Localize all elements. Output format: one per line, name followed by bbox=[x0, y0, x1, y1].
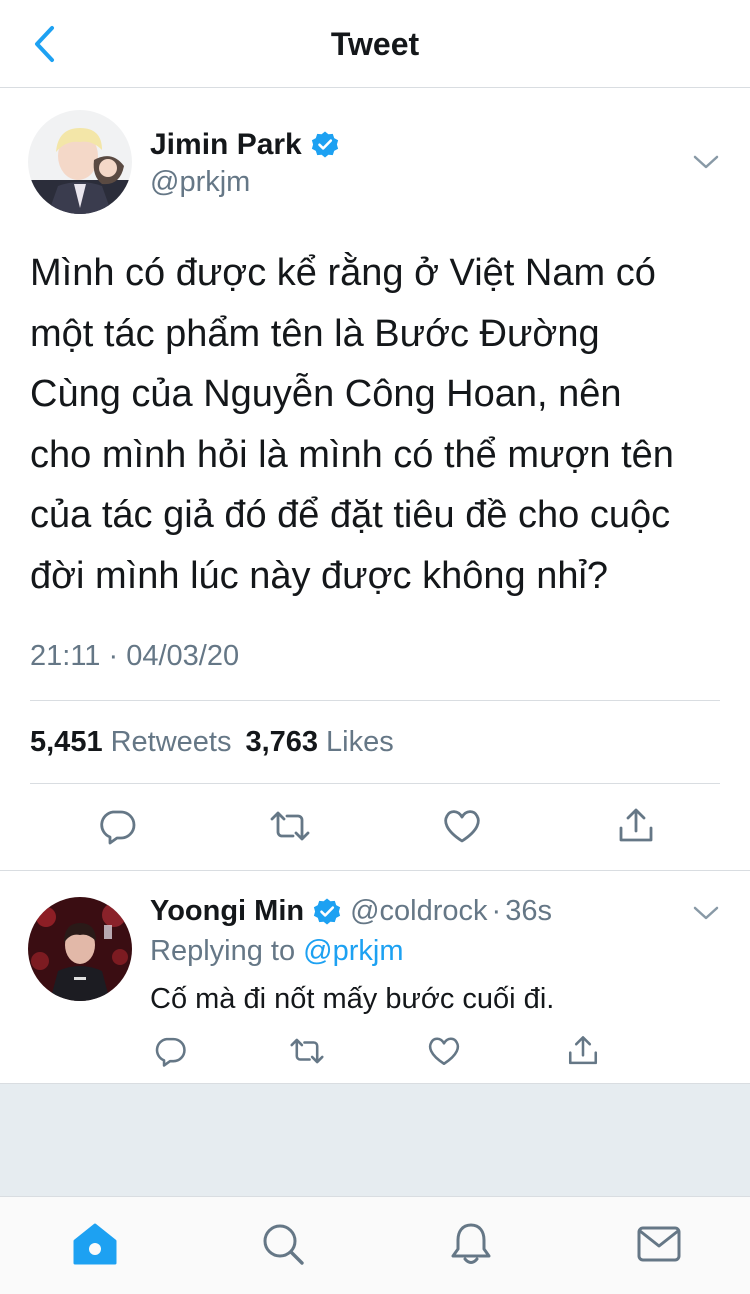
replying-to: Replying to @prkjm bbox=[150, 935, 403, 968]
reply-time: 36s bbox=[505, 895, 552, 927]
divider bbox=[30, 700, 720, 701]
tweet-text-line: cho mình hỏi là mình có thể mượn tên bbox=[30, 433, 674, 476]
home-icon bbox=[73, 1223, 117, 1265]
notifications-icon bbox=[451, 1223, 491, 1264]
like-icon bbox=[444, 810, 480, 843]
reply-icon bbox=[100, 810, 136, 845]
reply-author-name[interactable]: Yoongi Min bbox=[150, 895, 304, 928]
reply-share-button[interactable] bbox=[563, 1031, 603, 1071]
caret-down-icon bbox=[693, 155, 719, 169]
tab-search[interactable] bbox=[258, 1219, 308, 1269]
tweet-text-line: một tác phẩm tên là Bước Đường bbox=[30, 312, 600, 355]
messages-icon bbox=[637, 1226, 681, 1262]
replying-to-prefix: Replying to bbox=[150, 935, 296, 967]
tweet-text-line: của tác giả đó để đặt tiêu đề cho cuộc bbox=[30, 494, 671, 536]
bottom-tab-bar bbox=[0, 1196, 750, 1294]
reply-author-handle[interactable]: @coldrock bbox=[350, 895, 487, 928]
reply-retweet-button[interactable] bbox=[287, 1031, 327, 1071]
reply-author-avatar[interactable] bbox=[28, 897, 132, 1001]
author-name-row: Jimin Park bbox=[150, 128, 340, 162]
share-button[interactable] bbox=[614, 804, 658, 848]
retweet-icon bbox=[270, 811, 310, 841]
retweet-label[interactable]: Retweets bbox=[111, 726, 232, 759]
author-avatar[interactable] bbox=[28, 110, 132, 214]
verified-badge-icon bbox=[312, 897, 342, 927]
top-nav-bar: Tweet bbox=[0, 0, 750, 88]
reply-options-caret[interactable] bbox=[692, 903, 720, 923]
reply-tweet[interactable]: Yoongi Min @coldrock · 36s Replying to @… bbox=[0, 870, 750, 1084]
tab-home[interactable] bbox=[70, 1219, 120, 1269]
empty-timeline-area bbox=[0, 1084, 750, 1196]
like-label[interactable]: Likes bbox=[326, 726, 394, 759]
tweet-text-line: Mình có được kể rằng ở Việt Nam có bbox=[30, 252, 656, 294]
divider bbox=[30, 783, 720, 784]
like-count[interactable]: 3,763 bbox=[245, 726, 318, 759]
replying-to-mention[interactable]: @prkjm bbox=[303, 935, 403, 967]
tweet-text-line: Cùng của Nguyễn Công Hoan, nên bbox=[30, 373, 622, 415]
tweet-text-line: đời mình lúc này được không nhỉ? bbox=[30, 554, 609, 597]
tweet-text: Mình có được kể rằng ở Việt Nam có một t… bbox=[30, 243, 730, 606]
reply-button[interactable] bbox=[95, 804, 139, 848]
share-icon bbox=[568, 1036, 598, 1065]
reply-like-button[interactable] bbox=[424, 1031, 464, 1071]
author-handle[interactable]: @prkjm bbox=[150, 166, 250, 199]
author-name[interactable]: Jimin Park bbox=[150, 128, 302, 162]
reply-text: Cố mà đi nốt mấy bước cuối đi. bbox=[150, 983, 555, 1015]
tweet-timestamp: 21:11 · 04/03/20 bbox=[30, 640, 240, 672]
reply-actions bbox=[0, 1031, 750, 1071]
reply-header: Yoongi Min @coldrock · 36s bbox=[150, 895, 552, 928]
main-tweet: Jimin Park @prkjm Mình có được kể rằng ở… bbox=[0, 88, 750, 870]
page-title: Tweet bbox=[330, 26, 420, 62]
like-button[interactable] bbox=[440, 804, 484, 848]
verified-badge-icon bbox=[310, 130, 340, 160]
like-icon bbox=[428, 1037, 460, 1066]
reply-icon bbox=[155, 1037, 186, 1067]
caret-down-icon bbox=[693, 906, 719, 920]
retweet-button[interactable] bbox=[268, 804, 312, 848]
tweet-options-caret[interactable] bbox=[692, 152, 720, 172]
tweet-actions bbox=[0, 804, 750, 850]
tab-messages[interactable] bbox=[634, 1219, 684, 1269]
tab-notifications[interactable] bbox=[446, 1219, 496, 1269]
search-icon bbox=[263, 1224, 304, 1265]
retweet-count[interactable]: 5,451 bbox=[30, 726, 103, 759]
separator-dot: · bbox=[491, 895, 502, 927]
tweet-stats: 5,451 Retweets 3,763 Likes bbox=[30, 726, 408, 759]
share-icon bbox=[619, 808, 653, 842]
retweet-icon bbox=[290, 1038, 324, 1064]
reply-reply-button[interactable] bbox=[150, 1031, 190, 1071]
